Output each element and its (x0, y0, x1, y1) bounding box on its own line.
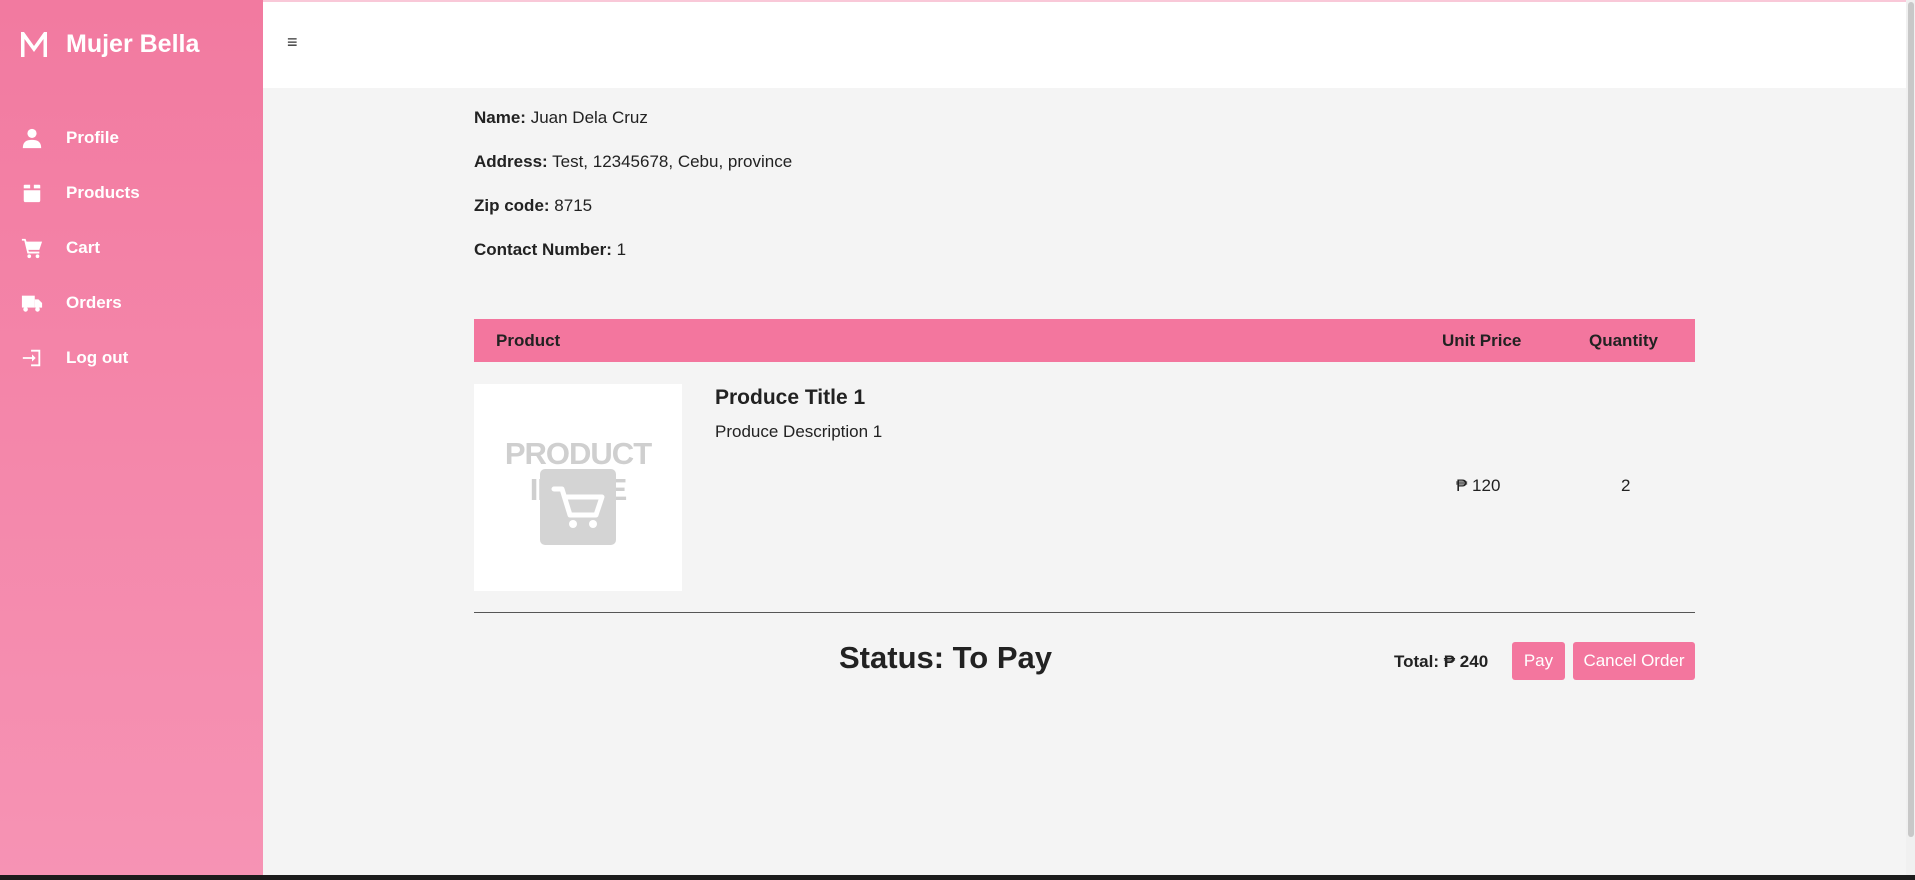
column-header-unit-price: Unit Price (1442, 331, 1522, 350)
zip-label: Zip code: (474, 196, 550, 215)
box-icon (20, 181, 44, 205)
sidebar-item-label: Cart (66, 237, 101, 257)
sidebar-item-orders[interactable]: Orders (0, 275, 263, 330)
unit-price: ₱ 120 (1456, 476, 1501, 495)
sidebar-nav: Profile Products Cart Orders Log out (0, 110, 263, 385)
brand-name: Mujer Bella (66, 29, 200, 58)
column-header-quantity: Quantity (1589, 331, 1658, 350)
product-title: Produce Title 1 (715, 386, 866, 409)
customer-info: Name: Juan Dela Cruz Address: Test, 1234… (474, 108, 792, 284)
hamburger-icon[interactable]: ≡ (287, 32, 298, 53)
scrollbar-thumb[interactable] (1908, 2, 1914, 837)
sidebar-item-profile[interactable]: Profile (0, 110, 263, 165)
top-bar: ≡ (263, 0, 1906, 88)
m-logo-icon (21, 32, 47, 57)
brand[interactable]: Mujer Bella (18, 28, 199, 60)
sidebar-item-label: Products (66, 182, 140, 202)
order-status: Status: To Pay (839, 640, 1053, 675)
table-header: Product Unit Price Quantity (474, 319, 1695, 362)
sidebar-item-label: Log out (66, 347, 129, 367)
order-total: Total: ₱ 240 (1394, 652, 1489, 671)
address-label: Address: (474, 152, 548, 171)
sidebar-item-logout[interactable]: Log out (0, 330, 263, 385)
logout-icon (20, 346, 44, 370)
cart-icon (20, 236, 44, 260)
sidebar-item-cart[interactable]: Cart (0, 220, 263, 275)
sidebar-item-label: Profile (66, 127, 119, 147)
divider (474, 612, 1695, 613)
truck-icon (20, 291, 44, 315)
column-header-product: Product (496, 331, 561, 350)
name-label: Name: (474, 108, 526, 127)
customer-name: Name: Juan Dela Cruz (474, 108, 792, 152)
sidebar: Mujer Bella Profile Products Cart Orders (0, 0, 263, 875)
bottom-bar (0, 875, 1915, 880)
sidebar-item-products[interactable]: Products (0, 165, 263, 220)
contact-label: Contact Number: (474, 240, 612, 259)
product-description: Produce Description 1 (715, 422, 883, 441)
quantity: 2 (1621, 476, 1631, 495)
name-value: Juan Dela Cruz (530, 108, 648, 127)
user-icon (20, 126, 44, 150)
product-image: PRODUCT IMAGE (474, 384, 682, 591)
cart-icon (540, 469, 616, 545)
address-value: Test, 12345678, Cebu, province (552, 152, 793, 171)
customer-zip: Zip code: 8715 (474, 196, 792, 240)
pay-button[interactable]: Pay (1512, 642, 1565, 680)
contact-value: 1 (616, 240, 627, 259)
customer-contact: Contact Number: 1 (474, 240, 792, 284)
customer-address: Address: Test, 12345678, Cebu, province (474, 152, 792, 196)
zip-value: 8715 (554, 196, 593, 215)
cancel-order-button[interactable]: Cancel Order (1573, 642, 1695, 680)
sidebar-item-label: Orders (66, 292, 122, 312)
